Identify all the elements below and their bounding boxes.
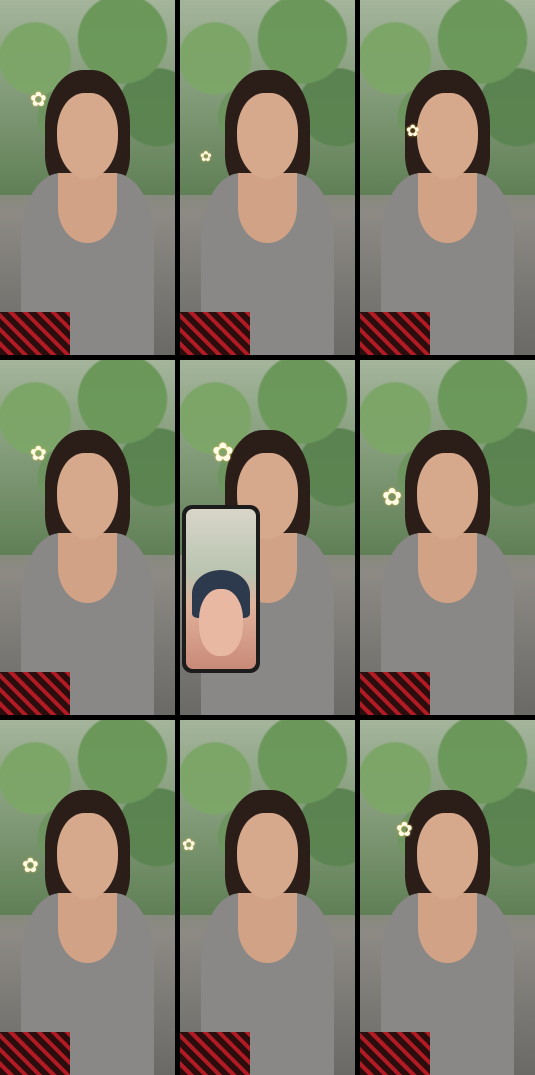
neckline bbox=[238, 172, 297, 243]
patterned-fabric bbox=[360, 672, 430, 715]
neckline bbox=[58, 532, 117, 603]
collage-tile-8: ✿ bbox=[180, 720, 355, 1075]
flower-icon: ✿ bbox=[212, 437, 234, 467]
smartphone-icon bbox=[182, 505, 260, 673]
collage-tile-5: ✿ bbox=[180, 360, 355, 715]
neckline bbox=[418, 892, 477, 963]
person bbox=[21, 784, 154, 1075]
collage-tile-4: ✿ bbox=[0, 360, 175, 715]
flower-icon: ✿ bbox=[382, 484, 403, 511]
flower-icon: ✿ bbox=[30, 89, 47, 111]
neckline bbox=[238, 892, 297, 963]
neckline bbox=[418, 532, 477, 603]
video-call-screen bbox=[186, 509, 256, 669]
collage-tile-1: ✿ bbox=[0, 0, 175, 355]
face bbox=[56, 92, 119, 179]
person bbox=[21, 424, 154, 715]
flower-icon: ✿ bbox=[22, 855, 39, 877]
person bbox=[381, 64, 514, 355]
collage-tile-6: ✿ bbox=[360, 360, 535, 715]
person bbox=[201, 784, 334, 1075]
person bbox=[381, 424, 514, 715]
face bbox=[236, 92, 299, 179]
face bbox=[416, 812, 479, 899]
flower-icon: ✿ bbox=[406, 123, 420, 140]
neckline bbox=[58, 172, 117, 243]
collage-tile-2: ✿ bbox=[180, 0, 355, 355]
face bbox=[56, 452, 119, 539]
patterned-fabric bbox=[0, 672, 70, 715]
patterned-fabric bbox=[360, 312, 430, 355]
collage-tile-7: ✿ bbox=[0, 720, 175, 1075]
face bbox=[416, 92, 479, 179]
patterned-fabric bbox=[0, 312, 70, 355]
patterned-fabric bbox=[0, 1032, 70, 1075]
neckline bbox=[418, 172, 477, 243]
person bbox=[201, 64, 334, 355]
collage-tile-9: ✿ bbox=[360, 720, 535, 1075]
face bbox=[56, 812, 119, 899]
flower-icon: ✿ bbox=[200, 148, 212, 164]
patterned-fabric bbox=[180, 1032, 250, 1075]
flower-icon: ✿ bbox=[396, 819, 413, 841]
face bbox=[416, 452, 479, 539]
face bbox=[236, 812, 299, 899]
patterned-fabric bbox=[180, 312, 250, 355]
photo-collage: ✿ ✿ ✿ ✿ ✿ ✿ ✿ ✿ ✿ bbox=[0, 0, 535, 1075]
caller-face bbox=[198, 589, 244, 657]
flower-icon: ✿ bbox=[30, 443, 47, 465]
flower-icon: ✿ bbox=[182, 837, 196, 854]
patterned-fabric bbox=[360, 1032, 430, 1075]
collage-tile-3: ✿ bbox=[360, 0, 535, 355]
neckline bbox=[58, 892, 117, 963]
